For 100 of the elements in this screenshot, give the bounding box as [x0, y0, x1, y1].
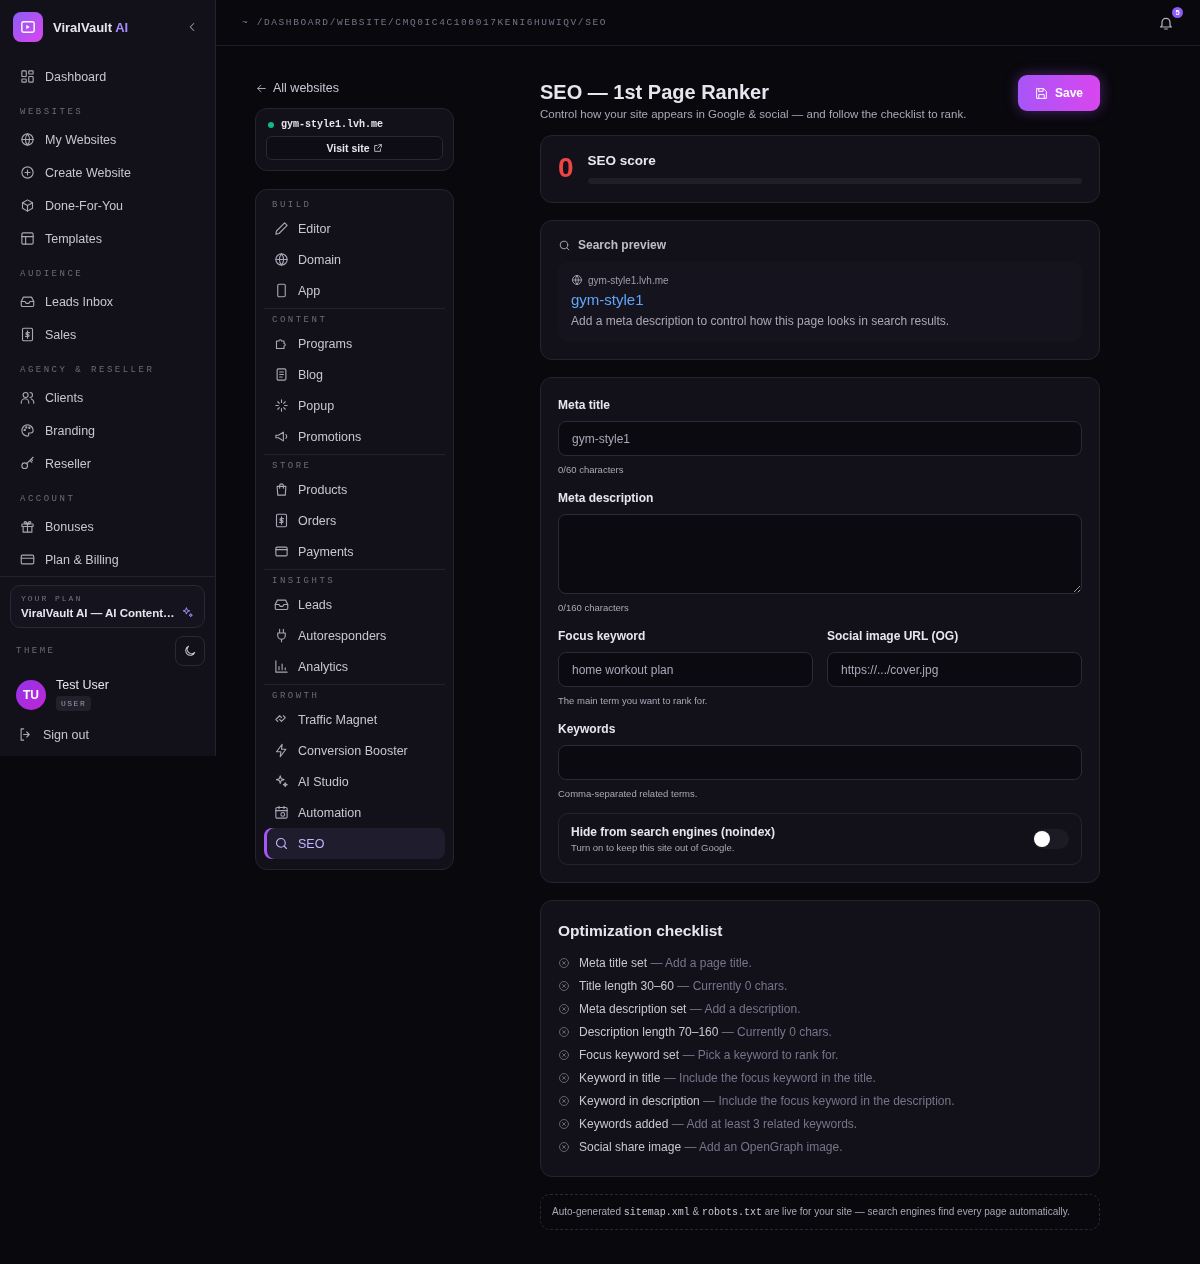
- checklist-title: Optimization checklist: [558, 922, 724, 940]
- checklist-item: Description length 70–160 — Currently 0 chars.: [579, 1025, 832, 1039]
- section-heading: AGENCY & RESELLER: [19, 364, 156, 377]
- site-nav-item[interactable]: Analytics: [264, 651, 445, 682]
- checklist-item: Title length 30–60 — Currently 0 chars.: [579, 979, 788, 993]
- field-hint: The main term you want to rank for.: [558, 695, 709, 706]
- site-nav-item[interactable]: Editor: [264, 213, 445, 244]
- sidebar-item[interactable]: Reseller: [8, 447, 207, 480]
- field-label: Social image URL (OG): [827, 629, 960, 643]
- users-icon: [20, 390, 35, 405]
- sidebar-item[interactable]: Branding: [8, 414, 207, 447]
- globe-icon: [571, 274, 583, 286]
- site-nav-item[interactable]: Domain: [264, 244, 445, 275]
- megaphone-icon: [274, 429, 289, 444]
- lightning-icon: [274, 743, 289, 758]
- keywords-field[interactable]: [558, 745, 1082, 780]
- noindex-label: Hide from search engines (noindex): [571, 825, 776, 839]
- bar-chart-icon: [274, 659, 289, 674]
- section-heading: ACCOUNT: [19, 493, 77, 506]
- result-description: Add a meta description to control how this page looks in search results.: [571, 314, 951, 328]
- site-nav-item[interactable]: Payments: [264, 536, 445, 567]
- status-dot: [268, 121, 274, 128]
- sidebar-item[interactable]: Plan & Billing: [8, 543, 207, 576]
- wallet-icon: [274, 544, 289, 559]
- globe-icon: [274, 252, 289, 267]
- preview-heading: Search preview: [578, 238, 667, 252]
- moon-icon: [183, 644, 197, 658]
- play-logo-icon: [13, 12, 43, 42]
- globe-icon: [20, 132, 35, 147]
- sidebar-item[interactable]: Create Website: [8, 156, 207, 189]
- site-nav-item[interactable]: Programs: [264, 328, 445, 359]
- palette-icon: [20, 423, 35, 438]
- site-nav-item[interactable]: Blog: [264, 359, 445, 390]
- page-title: SEO — 1st Page Ranker: [540, 81, 770, 104]
- score-value: 0: [558, 152, 574, 184]
- section-heading: BUILD: [271, 199, 313, 212]
- theme-toggle-button[interactable]: [175, 636, 205, 666]
- sitemap-note: Auto-generated sitemap.xml & robots.txt are live for your site — search engines find every page automatically.: [540, 1194, 1100, 1230]
- plan-name: ViralVault AI — AI Content…: [21, 606, 175, 619]
- focus-keyword-field[interactable]: home workout plan: [558, 652, 813, 687]
- plus-circle-icon: [20, 165, 35, 180]
- result-url: gym-style1.lvh.me: [588, 274, 669, 286]
- sidebar-item[interactable]: My Websites: [8, 123, 207, 156]
- document-icon: [274, 367, 289, 382]
- social-image-url-field[interactable]: https://.../cover.jpg: [827, 652, 1082, 687]
- cube-icon: [20, 198, 35, 213]
- sidebar-item[interactable]: Clients: [8, 381, 207, 414]
- site-nav-item[interactable]: Traffic Magnet: [264, 704, 445, 735]
- noindex-hint: Turn on to keep this site out of Google.: [571, 842, 736, 853]
- toggle-switch[interactable]: [1033, 829, 1069, 849]
- site-nav-item[interactable]: Automation: [264, 797, 445, 828]
- checklist-item: Keyword in description — Include the focus keyword in the description.: [579, 1094, 955, 1108]
- site-nav-item[interactable]: App: [264, 275, 445, 306]
- sign-out-link[interactable]: Sign out: [10, 715, 205, 746]
- sidebar-item[interactable]: Sales: [8, 318, 207, 351]
- breadcrumb-path: /DASHBOARD/WEBSITE/CMQ0IC4C100017KENI6HUWIQV/SEO: [256, 17, 608, 28]
- sidebar-item[interactable]: Leads Inbox: [8, 285, 207, 318]
- site-nav-item[interactable]: Autoresponders: [264, 620, 445, 651]
- sidebar-item[interactable]: Dashboard: [8, 60, 207, 93]
- checklist-item: Keyword in title — Include the focus keyword in the title.: [579, 1071, 876, 1085]
- calendar-icon: [274, 805, 289, 820]
- field-hint: Comma-separated related terms.: [558, 788, 699, 799]
- save-button[interactable]: Save: [1017, 75, 1100, 111]
- result-title: gym-style1: [571, 291, 645, 308]
- sidebar-item[interactable]: Bonuses: [8, 510, 207, 543]
- external-link-icon: [372, 143, 383, 153]
- grid-icon: [20, 69, 35, 84]
- page-subtitle: Control how your site appears in Google & social — and follow the checklist to rank.: [540, 108, 967, 120]
- checklist-item: Focus keyword set — Pick a keyword to rank for.: [579, 1048, 839, 1062]
- visit-site-button[interactable]: Visit site: [266, 136, 443, 160]
- plan-card[interactable]: YOUR PLAN ViralVault AI — AI Content…: [10, 585, 205, 628]
- site-nav-item[interactable]: Promotions: [264, 421, 445, 452]
- meta-title-field[interactable]: gym-style1: [558, 421, 1082, 456]
- site-nav-item[interactable]: Popup: [264, 390, 445, 421]
- sidebar-item[interactable]: Templates: [8, 222, 207, 255]
- section-heading: INSIGHTS: [271, 575, 337, 588]
- site-nav-item[interactable]: Orders: [264, 505, 445, 536]
- checklist-item: Meta description set — Add a description.: [579, 1002, 801, 1016]
- section-heading: STORE: [271, 460, 313, 473]
- site-nav-item[interactable]: AI Studio: [264, 766, 445, 797]
- role-badge: USER: [56, 696, 92, 711]
- sidebar-item[interactable]: Done-For-You: [8, 189, 207, 222]
- site-nav-item[interactable]: Products: [264, 474, 445, 505]
- theme-label: THEME: [16, 646, 56, 656]
- bag-icon: [274, 482, 289, 497]
- site-nav-item[interactable]: Conversion Booster: [264, 735, 445, 766]
- site-nav-item[interactable]: Leads: [264, 589, 445, 620]
- back-link[interactable]: All websites: [255, 81, 454, 99]
- meta-description-field[interactable]: [558, 514, 1082, 594]
- pencil-icon: [274, 221, 289, 236]
- brand-name: ViralVault AI: [53, 19, 130, 35]
- character-counter: 0/160 characters: [558, 602, 630, 613]
- receipt-icon: [274, 513, 289, 528]
- site-nav-item[interactable]: SEO: [264, 828, 445, 859]
- card-icon: [20, 552, 35, 567]
- site-domain: gym-style1.lvh.me: [281, 119, 384, 130]
- inbox-icon: [20, 294, 35, 309]
- user-avatar: TU: [16, 679, 46, 710]
- field-label: Meta title: [558, 398, 611, 412]
- tilde-mark: ~: [242, 17, 250, 28]
